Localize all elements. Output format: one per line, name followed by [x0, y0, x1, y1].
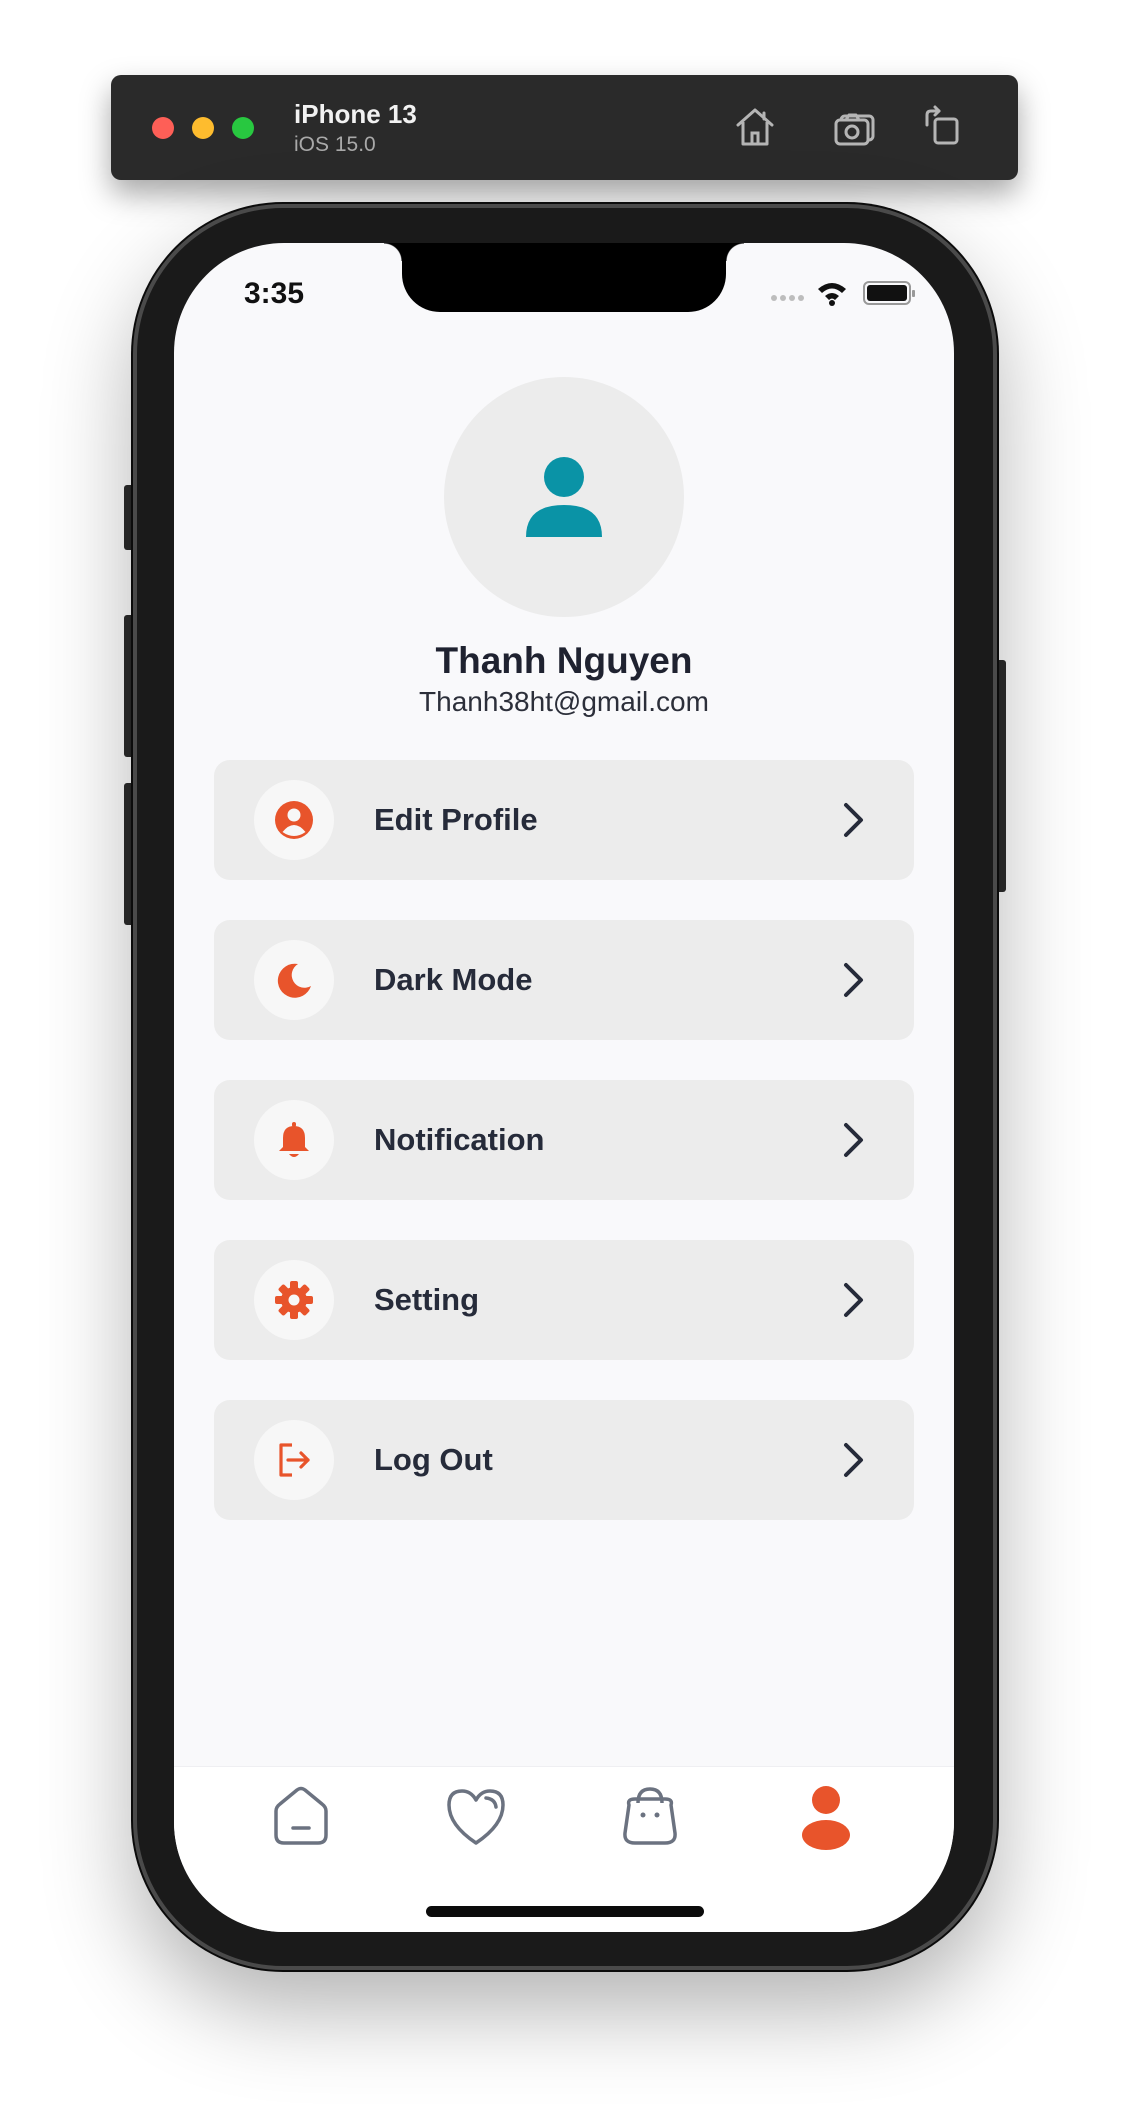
simulator-screenshot-button[interactable]: [829, 101, 881, 153]
bag-icon: [623, 1787, 677, 1845]
menu-item-edit-profile[interactable]: Edit Profile: [214, 760, 914, 880]
home-icon: [274, 1786, 328, 1845]
chevron-right-icon: [844, 1123, 863, 1157]
battery-icon: [863, 281, 915, 305]
menu-item-dark-mode[interactable]: Dark Mode: [214, 920, 914, 1040]
tab-profile[interactable]: [791, 1781, 861, 1851]
rotate-icon: [925, 105, 959, 145]
device-os-version: iOS 15.0: [294, 133, 376, 156]
status-time: 3:35: [244, 277, 305, 310]
chevron-right-icon: [844, 1283, 863, 1317]
tab-cart[interactable]: [615, 1781, 685, 1851]
zoom-window-button[interactable]: [232, 117, 254, 139]
menu-item-label: Setting: [374, 1282, 480, 1317]
menu-item-setting[interactable]: Setting: [214, 1240, 914, 1360]
power-button: [996, 660, 1006, 892]
heart-icon: [447, 1789, 505, 1845]
phone-screen: 3:35 Thanh Nguyen Thanh38ht@gmail.com Ed…: [174, 243, 954, 1932]
menu-item-label: Log Out: [374, 1442, 493, 1477]
wifi-icon: [818, 283, 846, 306]
menu-item-label: Edit Profile: [374, 802, 538, 837]
simulator-rotate-button[interactable]: [917, 101, 969, 153]
chevron-right-icon: [844, 1443, 863, 1477]
user-icon: [526, 457, 602, 537]
home-icon: [736, 108, 774, 146]
gear-icon: [275, 1281, 313, 1319]
tab-favorites[interactable]: [441, 1781, 511, 1851]
notch: [384, 243, 744, 312]
menu-item-label: Notification: [374, 1122, 545, 1157]
chevron-right-icon: [844, 803, 863, 837]
profile-icon: [802, 1786, 850, 1850]
bell-icon: [279, 1122, 309, 1157]
simulator-home-button[interactable]: [729, 101, 781, 153]
moon-icon: [277, 963, 311, 998]
minimize-window-button[interactable]: [192, 117, 214, 139]
device-name: iPhone 13: [294, 99, 417, 129]
camera-icon: [834, 113, 875, 146]
tab-home[interactable]: [266, 1781, 336, 1851]
user-circle-icon: [275, 801, 313, 839]
menu-item-label: Dark Mode: [374, 962, 533, 997]
status-icons: [768, 279, 918, 307]
profile-menu: Edit Profile Dark Mode Notification Sett…: [214, 760, 914, 1560]
menu-item-notification[interactable]: Notification: [214, 1080, 914, 1200]
signal-icon: [771, 295, 804, 301]
home-indicator: [426, 1906, 704, 1917]
simulator-toolbar: iPhone 13 iOS 15.0: [111, 75, 1018, 180]
close-window-button[interactable]: [152, 117, 174, 139]
user-email: Thanh38ht@gmail.com: [419, 686, 709, 717]
menu-item-log-out[interactable]: Log Out: [214, 1400, 914, 1520]
chevron-right-icon: [844, 963, 863, 997]
avatar[interactable]: [444, 377, 684, 617]
logout-icon: [279, 1443, 310, 1477]
user-name: Thanh Nguyen: [435, 640, 693, 681]
